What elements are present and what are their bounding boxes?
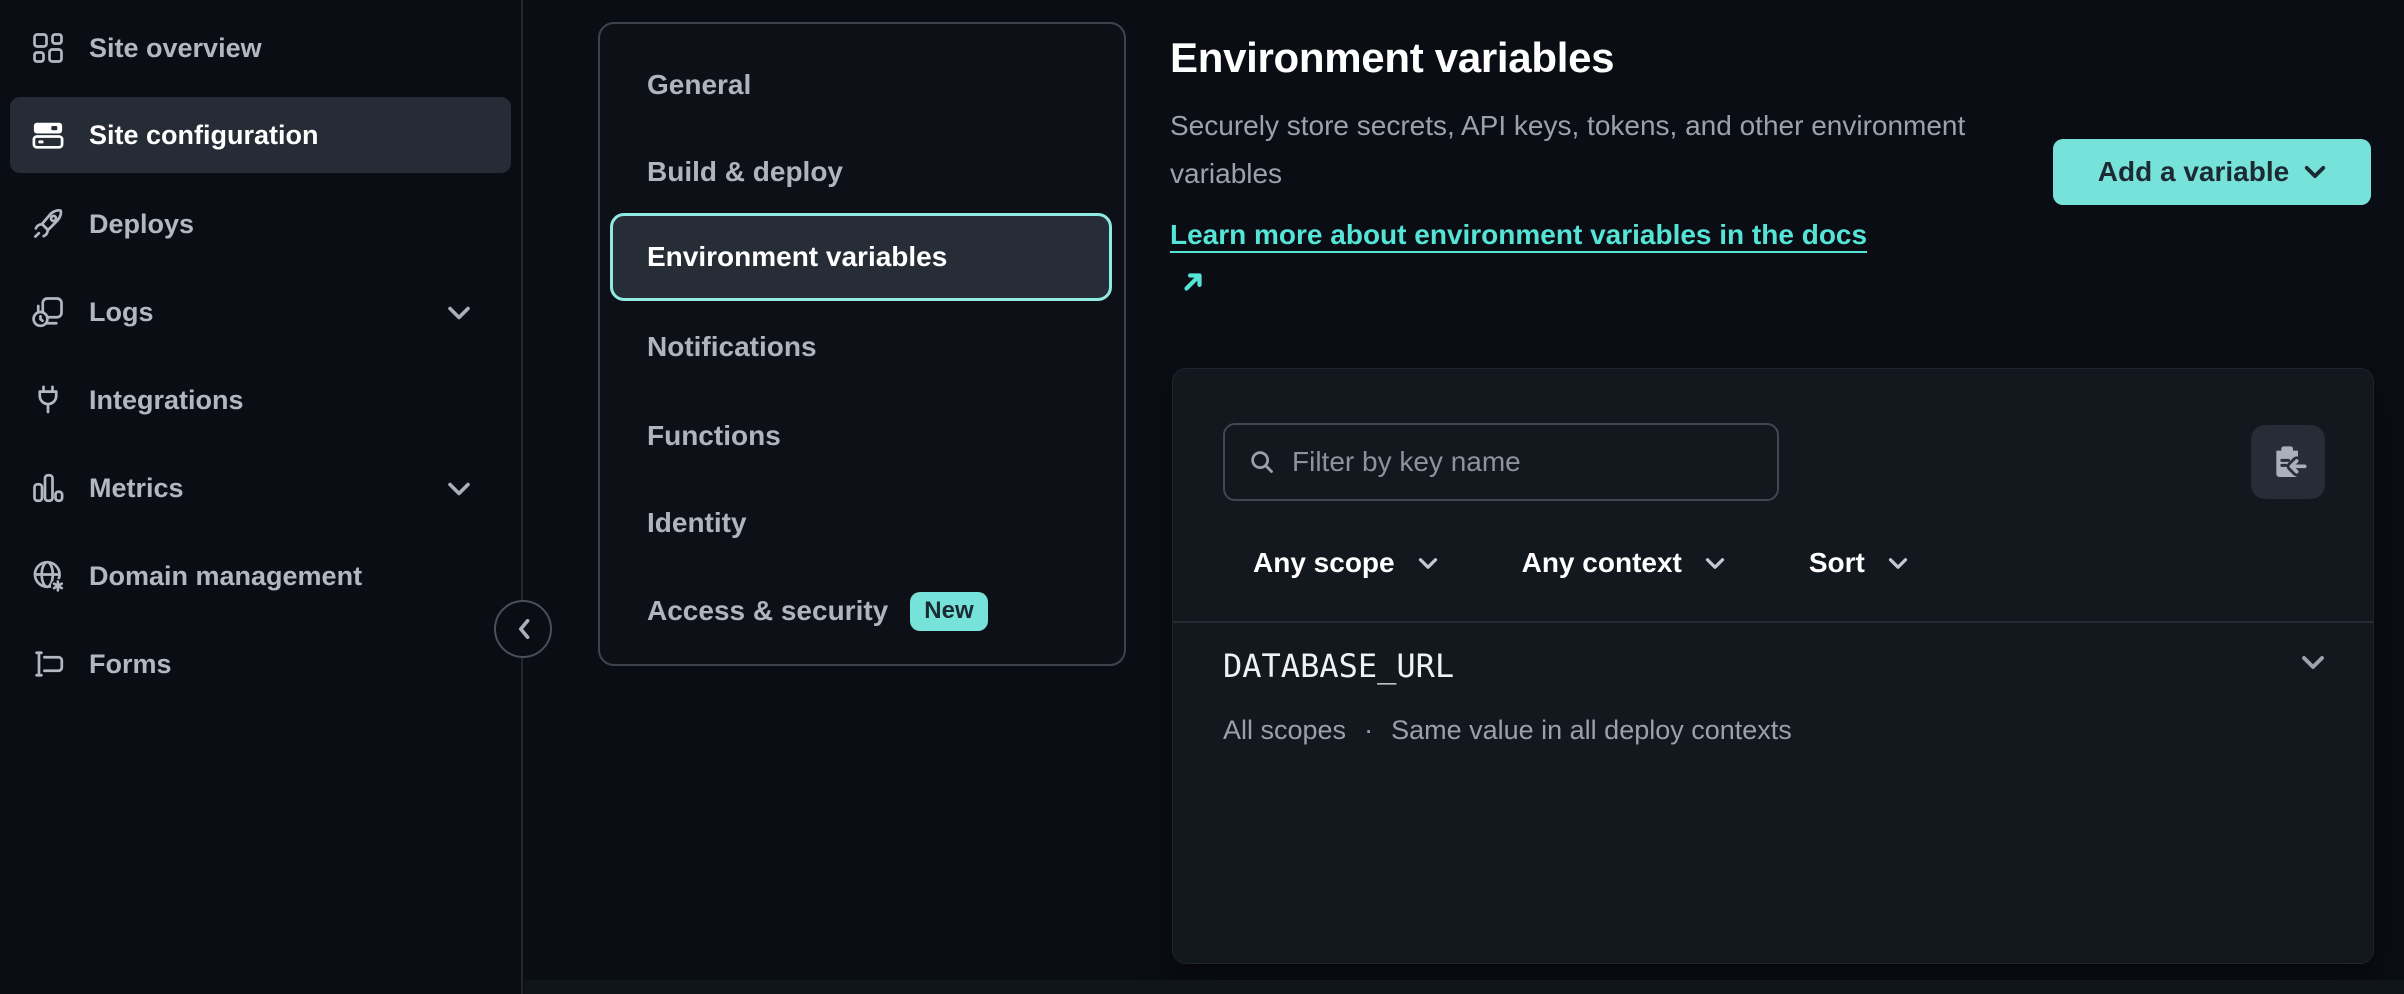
plug-icon xyxy=(30,382,66,418)
scope-filter[interactable]: Any scope xyxy=(1253,547,1438,579)
chevron-down-icon xyxy=(2304,165,2326,179)
sidebar-divider xyxy=(521,0,523,994)
chevron-down-icon xyxy=(447,297,471,328)
sidebar-item-label: Domain management xyxy=(89,561,362,592)
tab-label: General xyxy=(647,69,751,101)
scope-filter-label: Any scope xyxy=(1253,547,1395,579)
tab-functions[interactable]: Functions xyxy=(600,392,1124,480)
search-icon xyxy=(1247,447,1277,477)
metrics-icon xyxy=(30,470,66,506)
docs-link[interactable]: Learn more about environment variables i… xyxy=(1170,210,1900,308)
grid-icon xyxy=(30,30,66,66)
variable-row[interactable]: DATABASE_URL All scopes · Same value in … xyxy=(1173,623,2373,773)
sidebar-item-site-configuration[interactable]: Site configuration xyxy=(10,97,511,173)
clipboard-import-icon xyxy=(2268,442,2308,482)
next-section-edge xyxy=(524,980,2404,994)
page-description: Securely store secrets, API keys, tokens… xyxy=(1170,102,1980,198)
filter-input[interactable] xyxy=(1292,446,1757,478)
filter-search-box xyxy=(1223,423,1779,501)
server-icon xyxy=(30,117,66,153)
tab-label: Functions xyxy=(647,420,781,452)
context-filter-label: Any context xyxy=(1522,547,1682,579)
variable-meta: All scopes · Same value in all deploy co… xyxy=(1223,715,1792,746)
sidebar-item-integrations[interactable]: Integrations xyxy=(10,362,511,438)
add-variable-label: Add a variable xyxy=(2098,156,2289,188)
sidebar-item-label: Logs xyxy=(89,297,154,328)
site-sidebar: Site overview Site configuration Deploys… xyxy=(0,0,521,994)
tab-label: Access & security xyxy=(647,595,888,627)
variable-key: DATABASE_URL xyxy=(1223,647,1454,685)
sidebar-item-label: Site overview xyxy=(89,33,262,64)
chevron-left-icon xyxy=(516,618,531,640)
sidebar-collapse-button[interactable] xyxy=(494,600,552,658)
tab-notifications[interactable]: Notifications xyxy=(600,303,1124,391)
tab-label: Identity xyxy=(647,507,747,539)
sidebar-item-metrics[interactable]: Metrics xyxy=(10,450,511,526)
filter-bar: Any scope Any context Sort xyxy=(1253,537,1908,589)
sidebar-item-deploys[interactable]: Deploys xyxy=(10,186,511,262)
sidebar-item-logs[interactable]: Logs xyxy=(10,274,511,350)
variable-scopes: All scopes xyxy=(1223,715,1346,746)
sidebar-item-label: Site configuration xyxy=(89,120,319,151)
context-filter[interactable]: Any context xyxy=(1522,547,1725,579)
variable-contexts: Same value in all deploy contexts xyxy=(1391,715,1792,746)
sidebar-item-label: Forms xyxy=(89,649,172,680)
env-vars-card: Any scope Any context Sort DATABASE_URL … xyxy=(1172,368,2374,964)
sidebar-item-forms[interactable]: Forms xyxy=(10,626,511,702)
tab-label: Build & deploy xyxy=(647,156,843,188)
tab-environment-variables[interactable]: Environment variables xyxy=(610,213,1112,301)
tab-access-security[interactable]: Access & security New xyxy=(600,567,1124,655)
chevron-down-icon xyxy=(447,473,471,504)
chevron-down-icon xyxy=(2301,655,2325,670)
import-env-button[interactable] xyxy=(2251,425,2325,499)
tab-label: Notifications xyxy=(647,331,817,363)
tab-build-deploy[interactable]: Build & deploy xyxy=(600,128,1124,216)
environment-variables-page: Site overview Site configuration Deploys… xyxy=(0,0,2404,994)
docs-link-label: Learn more about environment variables i… xyxy=(1170,219,1867,250)
chevron-down-icon xyxy=(1705,557,1725,570)
sidebar-item-label: Deploys xyxy=(89,209,194,240)
tab-general[interactable]: General xyxy=(600,41,1124,129)
settings-nav-panel: General Build & deploy Environment varia… xyxy=(598,22,1126,666)
expand-variable-chevron[interactable] xyxy=(2301,655,2325,675)
sidebar-item-domain-management[interactable]: Domain management xyxy=(10,538,511,614)
sidebar-item-label: Integrations xyxy=(89,385,244,416)
logs-icon xyxy=(30,294,66,330)
new-badge: New xyxy=(910,592,987,631)
sort-filter-label: Sort xyxy=(1809,547,1865,579)
rocket-icon xyxy=(30,206,66,242)
add-variable-button[interactable]: Add a variable xyxy=(2053,139,2371,205)
tab-label: Environment variables xyxy=(647,241,947,273)
chevron-down-icon xyxy=(1418,557,1438,570)
globe-icon xyxy=(30,558,66,594)
sort-filter[interactable]: Sort xyxy=(1809,547,1908,579)
sidebar-item-site-overview[interactable]: Site overview xyxy=(10,10,511,86)
external-link-icon xyxy=(1180,269,1206,295)
sidebar-item-label: Metrics xyxy=(89,473,184,504)
page-title: Environment variables xyxy=(1170,34,1614,82)
meta-separator: · xyxy=(1364,715,1373,746)
forms-icon xyxy=(30,646,66,682)
tab-identity[interactable]: Identity xyxy=(600,479,1124,567)
chevron-down-icon xyxy=(1888,557,1908,570)
